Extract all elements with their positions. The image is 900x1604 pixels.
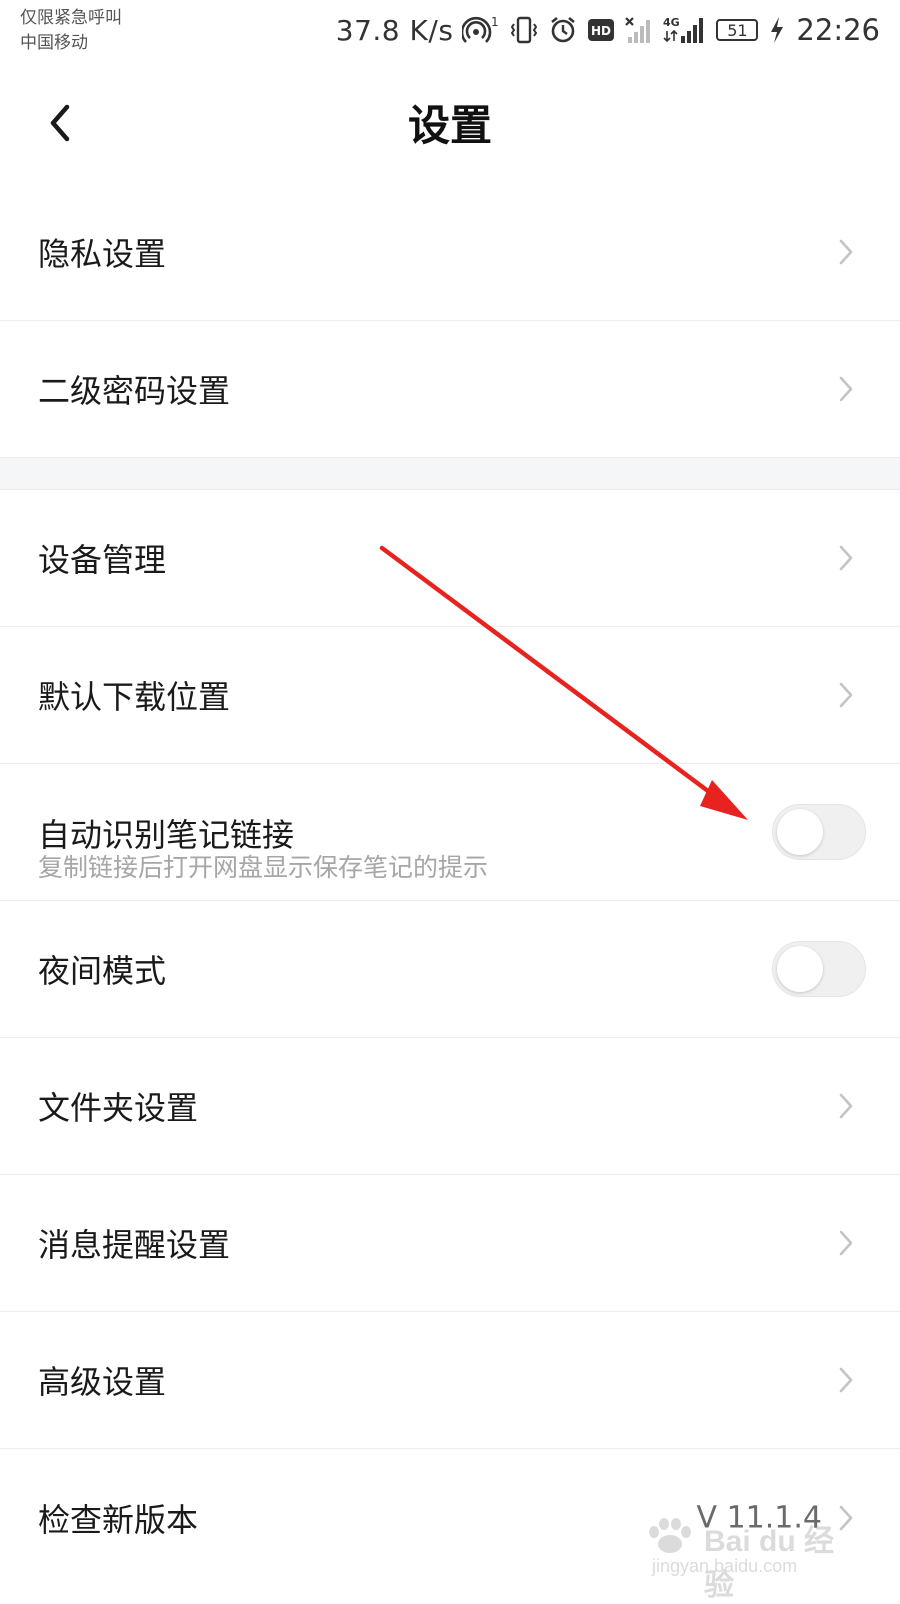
chevron-right-icon — [836, 1091, 856, 1121]
settings-item-label: 高级设置 — [38, 1363, 167, 1401]
section-divider — [0, 458, 900, 490]
network-speed: 37.8 K/s — [335, 13, 454, 47]
chevron-right-icon — [836, 543, 856, 573]
night-mode-toggle[interactable] — [772, 941, 866, 997]
chevron-right-icon — [836, 237, 856, 267]
settings-item-advanced[interactable]: 高级设置 — [0, 1312, 900, 1449]
hd-icon: HD — [587, 17, 615, 43]
chevron-right-icon — [836, 680, 856, 710]
auto-note-link-toggle[interactable] — [772, 804, 866, 860]
settings-item-auto-note-link: 自动识别笔记链接 复制链接后打开网盘显示保存笔记的提示 — [0, 764, 900, 901]
chevron-right-icon — [836, 374, 856, 404]
battery-icon: 51 — [716, 19, 759, 41]
vibrate-icon — [509, 15, 539, 45]
settings-item-check-version[interactable]: 检查新版本 V 11.1.4 — [0, 1449, 900, 1586]
chevron-right-icon — [836, 1228, 856, 1258]
settings-item-label: 默认下载位置 — [38, 678, 231, 716]
charging-icon — [769, 15, 785, 45]
toggle-knob — [777, 946, 823, 992]
header: 设置 — [0, 62, 900, 184]
signal-4g-icon: 4G — [663, 15, 707, 45]
clock: 22:26 — [796, 13, 880, 47]
settings-item-label: 消息提醒设置 — [38, 1226, 231, 1264]
settings-item-label: 夜间模式 — [38, 952, 167, 990]
chevron-right-icon — [836, 1365, 856, 1395]
network-type-label: 4G — [663, 16, 680, 29]
no-signal-icon — [624, 15, 654, 45]
settings-item-night-mode: 夜间模式 — [0, 901, 900, 1038]
carrier-info: 仅限紧急呼叫 中国移动 — [20, 6, 122, 56]
settings-item-device-management[interactable]: 设备管理 — [0, 490, 900, 627]
carrier-name: 中国移动 — [20, 33, 88, 53]
settings-item-privacy[interactable]: 隐私设置 — [0, 184, 900, 321]
chevron-right-icon — [836, 1503, 856, 1533]
settings-item-label: 文件夹设置 — [38, 1089, 199, 1127]
settings-item-label: 设备管理 — [38, 541, 167, 579]
version-number: V 11.1.4 — [696, 1500, 822, 1535]
settings-item-label: 二级密码设置 — [38, 372, 231, 410]
alarm-icon — [548, 15, 578, 45]
hotspot-icon: 1 — [462, 15, 500, 45]
status-bar: 仅限紧急呼叫 中国移动 37.8 K/s 1 HD 4G 51 22:26 — [0, 0, 900, 62]
settings-item-second-password[interactable]: 二级密码设置 — [0, 321, 900, 458]
page-title: 设置 — [407, 101, 492, 150]
settings-item-message-reminder[interactable]: 消息提醒设置 — [0, 1175, 900, 1312]
hd-badge-text: HD — [591, 24, 611, 38]
settings-list: 隐私设置 二级密码设置 设备管理 默认下载位置 自动识别笔记链接 复制链接后打开… — [0, 184, 900, 1586]
hotspot-count: 1 — [491, 15, 499, 29]
toggle-knob — [777, 809, 823, 855]
settings-item-default-download[interactable]: 默认下载位置 — [0, 627, 900, 764]
status-icons: 37.8 K/s 1 HD 4G 51 22:26 — [336, 10, 880, 50]
settings-item-label: 隐私设置 — [38, 235, 167, 273]
settings-item-description: 复制链接后打开网盘显示保存笔记的提示 — [38, 853, 489, 882]
emergency-call-text: 仅限紧急呼叫 — [20, 8, 122, 28]
settings-item-label: 检查新版本 — [38, 1500, 199, 1539]
settings-item-folder-settings[interactable]: 文件夹设置 — [0, 1038, 900, 1175]
